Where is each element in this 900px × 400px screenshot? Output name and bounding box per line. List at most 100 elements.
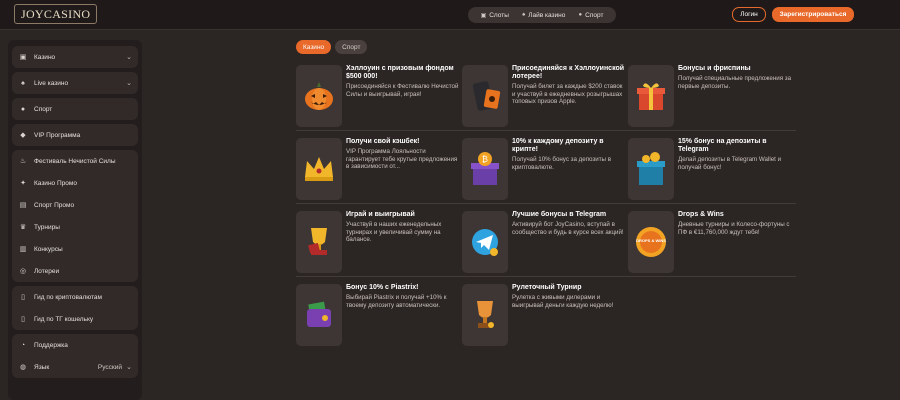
logo-text: JOYCASINO — [21, 6, 91, 21]
promo-thumb — [296, 211, 342, 273]
promo-card[interactable]: Получи свой кэшбек! VIP Программа Лояльн… — [296, 138, 457, 200]
sidebar-item-label: Live казино — [34, 79, 69, 87]
sidebar-item-label: VIP Программа — [34, 131, 81, 139]
register-button[interactable]: Зарегистрироваться — [772, 7, 854, 22]
sidebar-group-misc: ◔ Поддержка ◍ Язык Русский ⌄ — [12, 334, 138, 378]
promo-card[interactable]: Лучшие бонусы в Telegram Активируй бот J… — [462, 211, 624, 273]
sidebar-item-tournaments[interactable]: ♛ Турниры — [12, 216, 138, 238]
chevron-down-icon: ⌄ — [126, 364, 132, 371]
promo-title: Хэллоуин с призовым фондом $500 000! — [346, 65, 454, 81]
promo-card[interactable]: Играй и выигрывай Участвуй в наших ежене… — [296, 211, 456, 273]
promo-card[interactable]: Рулеточный Турнир Рулетка с живыми дилер… — [462, 284, 622, 346]
sidebar-item-label: Лотереи — [34, 267, 60, 275]
sidebar-item-festival[interactable]: ♨ Фестиваль Нечистой Силы — [12, 150, 138, 172]
sidebar-item-live-casino[interactable]: ♠ Live казино ⌄ — [12, 72, 138, 94]
sidebar-group-promo: ♨ Фестиваль Нечистой Силы ✦ Казино Промо ▤… — [12, 150, 138, 282]
promo-card[interactable]: ₿ 10% к каждому депозиту в крипте! Получ… — [462, 138, 622, 200]
sidebar-item-label: Спорт — [34, 105, 53, 113]
promo-title: Присоединяйся к Хэллоуинской лотерее! — [512, 65, 625, 81]
nav-slots[interactable]: ▣ Слоты — [481, 12, 509, 19]
slot-icon: ▣ — [480, 12, 487, 19]
promo-thumb — [628, 138, 674, 200]
category-filters: Казино Спорт — [296, 40, 368, 54]
doc-icon: ▯ — [21, 316, 25, 323]
gift-icon — [637, 83, 665, 110]
sport-icon: ● — [578, 12, 583, 18]
sidebar-item-label: Фестиваль Нечистой Силы — [34, 157, 116, 165]
chart-icon: ▥ — [19, 246, 27, 253]
promo-title: Рулеточный Турнир — [512, 284, 582, 291]
ball-icon: ● — [20, 105, 26, 113]
sidebar-item-casino[interactable]: ▣ Казино ⌄ — [12, 46, 138, 68]
row-divider — [296, 130, 796, 131]
promo-desc: Получай 10% бонус за депозиты в криптова… — [512, 156, 611, 171]
promo-card[interactable]: Бонусы и фриспины Получай специальные пр… — [628, 65, 791, 127]
promo-desc: Участвуй в наших еженедельных турнирах и… — [346, 221, 442, 244]
promo-card[interactable]: 15% бонус на депозиты в Telegram Делай д… — [628, 138, 788, 200]
promo-thumb — [296, 138, 342, 200]
sidebar-group-live: ♠ Live казино ⌄ — [12, 72, 138, 94]
crypto-box-icon: ₿ — [471, 152, 499, 185]
promo-desc: Делай депозиты в Telegram Wallet и получ… — [678, 156, 782, 171]
sidebar-item-label: Гид по ТГ кошельку — [34, 315, 94, 323]
sidebar-item-label: Казино Промо — [34, 179, 77, 187]
live-icon: ♠ — [21, 79, 25, 87]
promo-desc: Получай специальные предложения за первы… — [678, 75, 792, 90]
promo-title: Drops & Wins — [678, 211, 724, 218]
promo-thumb — [462, 211, 508, 273]
top-nav: ▣ Слоты ♠ Лайв казино ● Спорт — [468, 7, 616, 23]
sidebar-item-sport-promo[interactable]: ▤ Спорт Промо — [12, 194, 138, 216]
sidebar-item-lotteries[interactable]: ◎ Лотереи — [12, 260, 138, 282]
promo-desc: Присоединяйся к Фестивалю Нечистой Силы … — [346, 83, 459, 98]
top-header: JOYCASINO ▣ Слоты ♠ Лайв казино ● Спорт Лог… — [0, 0, 900, 30]
live-icon: ♠ — [522, 12, 526, 18]
nav-slots-label: Слоты — [489, 11, 509, 19]
svg-text:₿: ₿ — [482, 155, 488, 164]
sidebar-item-label: Гид по криптовалютам — [34, 293, 102, 301]
sidebar-item-support[interactable]: ◔ Поддержка — [12, 334, 138, 356]
promo-desc: Дневные турниры и Колесо-фортуны с ПФ в … — [678, 221, 790, 236]
sidebar-group-sport: ● Спорт — [12, 98, 138, 120]
language-selector[interactable]: ◍ Язык Русский ⌄ — [12, 356, 138, 378]
promo-thumb — [462, 284, 508, 346]
promo-card[interactable]: DROPS & WINS Drops & Wins Дневные турнир… — [628, 211, 790, 273]
promo-thumb: ₿ — [462, 138, 508, 200]
promo-card[interactable]: Хэллоуин с призовым фондом $500 000! При… — [296, 65, 458, 127]
nav-live-label: Лайв казино — [528, 11, 566, 19]
doc-icon: ▯ — [21, 294, 25, 301]
sidebar-item-label: Турниры — [34, 223, 60, 231]
sidebar-group-guides: ▯ Гид по криптовалютам ▯ Гид по ТГ кошельк… — [12, 286, 138, 330]
sidebar-item-sport[interactable]: ● Спорт — [12, 98, 138, 120]
logo[interactable]: JOYCASINO — [14, 4, 98, 24]
promo-desc: Получай билет за каждые $200 ставок и уч… — [512, 83, 623, 106]
row-divider — [296, 203, 796, 204]
sidebar-item-label: Казино — [34, 53, 56, 61]
sidebar: ▣ Казино ⌄ ♠ Live казино ⌄ ● Спорт ◆ VIP Прогр… — [8, 40, 142, 400]
nav-live-casino[interactable]: ♠ Лайв казино — [522, 12, 565, 19]
filter-casino[interactable]: Казино — [296, 40, 332, 54]
promo-card[interactable]: Присоединяйся к Хэллоуинской лотерее! По… — [462, 65, 624, 127]
roulette-trophy-icon — [477, 301, 494, 328]
language-value: Русский — [97, 363, 122, 371]
sidebar-item-guide-crypto[interactable]: ▯ Гид по криптовалютам — [12, 286, 138, 308]
sidebar-group-main: ▣ Казино ⌄ — [12, 46, 138, 68]
telegram-icon — [472, 229, 498, 256]
promo-title: 10% к каждому депозиту в крипте! — [512, 138, 604, 154]
crown-icon — [305, 157, 333, 181]
login-button[interactable]: Логин — [732, 7, 766, 22]
promo-title: Бонус 10% с Piastrix! — [346, 284, 419, 291]
nav-sport[interactable]: ● Спорт — [579, 12, 604, 19]
wallet-box-icon — [637, 152, 665, 185]
sidebar-item-casino-promo[interactable]: ✦ Казино Промо — [12, 172, 138, 194]
sidebar-item-vip[interactable]: ◆ VIP Программа — [12, 124, 138, 146]
promo-desc: VIP Программа Лояльности гарантирует теб… — [346, 148, 458, 171]
sidebar-item-label: Поддержка — [34, 341, 68, 349]
slot-icon: ▣ — [19, 54, 27, 61]
sidebar-item-contests[interactable]: ▥ Конкурсы — [12, 238, 138, 260]
phone-ticket-icon — [472, 81, 501, 111]
promo-title: Лучшие бонусы в Telegram — [512, 211, 607, 218]
filter-sport[interactable]: Спорт — [335, 40, 368, 54]
promo-title: 15% бонус на депозиты в Telegram — [678, 138, 767, 154]
promo-card[interactable]: Бонус 10% с Piastrix! Выбирай Piastrix и… — [296, 284, 456, 346]
sidebar-item-guide-tg[interactable]: ▯ Гид по ТГ кошельку — [12, 308, 138, 330]
